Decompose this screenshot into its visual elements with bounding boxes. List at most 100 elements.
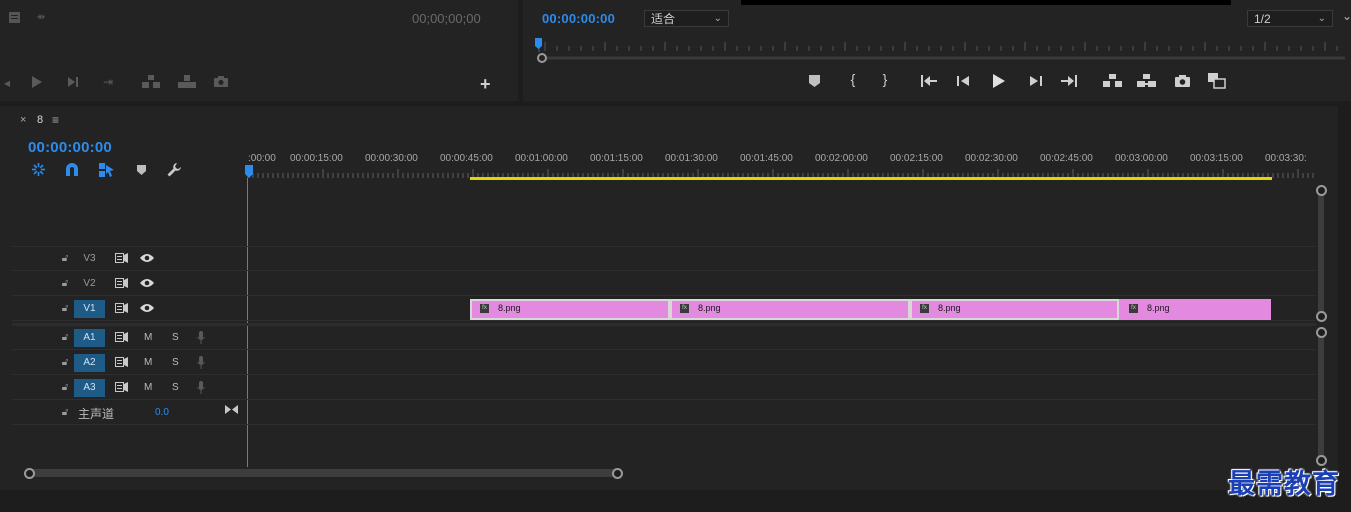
- drag-video-icon[interactable]: [9, 12, 21, 23]
- clip-8-png-1[interactable]: fx 8.png: [470, 299, 670, 320]
- export-frame-icon[interactable]: [1175, 75, 1191, 87]
- track-header-a3: 🔓︎ A3 M S: [12, 376, 247, 400]
- source-timecode[interactable]: 00;00;00;00: [412, 11, 481, 26]
- play-button[interactable]: [992, 74, 1008, 88]
- lift-icon[interactable]: [1103, 74, 1123, 87]
- clip-8-png-4[interactable]: fx 8.png: [1119, 299, 1271, 320]
- tab-close-button[interactable]: ×: [20, 114, 26, 126]
- overwrite-icon[interactable]: [178, 75, 196, 88]
- nest-sequence-icon[interactable]: [31, 162, 47, 177]
- zoom-left-handle[interactable]: [24, 468, 35, 479]
- ruler-label: 00:00:15:00: [290, 153, 343, 164]
- chevron-down-icon: ⌄: [1317, 13, 1326, 24]
- playhead-handle[interactable]: [245, 165, 255, 179]
- solo-button[interactable]: S: [172, 382, 179, 393]
- lock-icon[interactable]: 🔓︎: [60, 278, 70, 290]
- ruler-label: 00:02:15:00: [890, 153, 943, 164]
- insert-icon[interactable]: [142, 75, 160, 88]
- step-forward-icon[interactable]: [67, 76, 81, 88]
- lock-icon[interactable]: 🔓︎: [60, 357, 70, 369]
- track-label-a1[interactable]: A1: [74, 329, 105, 347]
- track-v3: 🔓︎ V3: [12, 247, 1316, 271]
- toggle-sync-icon[interactable]: [115, 382, 129, 392]
- lock-icon[interactable]: 🔓︎: [60, 382, 70, 394]
- tab-menu-icon[interactable]: ≡: [52, 113, 59, 127]
- add-marker-icon[interactable]: [137, 165, 147, 175]
- lock-icon[interactable]: 🔓︎: [60, 303, 70, 315]
- clip-8-png-3[interactable]: fx 8.png: [910, 299, 1119, 320]
- track-label-a3[interactable]: A3: [74, 379, 105, 397]
- video-preview-strip: [741, 0, 1231, 5]
- ruler-label: 00:03:00:00: [1115, 153, 1168, 164]
- video-vertical-scrollbar[interactable]: [1318, 187, 1324, 317]
- add-button[interactable]: +: [480, 74, 491, 95]
- chevron-down-icon: ⌄: [713, 13, 722, 24]
- ruler-label: 00:01:45:00: [740, 153, 793, 164]
- eye-icon[interactable]: [140, 303, 154, 313]
- toggle-sync-icon[interactable]: [115, 253, 129, 263]
- timeline-timecode[interactable]: 00:00:00:00: [28, 139, 112, 156]
- ruler-label: 00:02:45:00: [1040, 153, 1093, 164]
- sequence-tab[interactable]: 8: [37, 114, 43, 126]
- resolution-select[interactable]: 1/2 ⌄: [1247, 10, 1333, 27]
- lock-icon[interactable]: 🔓︎: [60, 253, 70, 265]
- toggle-sync-icon[interactable]: [115, 357, 129, 367]
- program-timecode[interactable]: 00:00:00:00: [542, 11, 615, 26]
- step-back-icon[interactable]: ◂: [2, 77, 12, 89]
- track-label-v2[interactable]: V2: [74, 275, 105, 293]
- clip-8-png-2[interactable]: fx 8.png: [670, 299, 910, 320]
- mute-button[interactable]: M: [144, 357, 152, 368]
- ruler-label: 00:01:00:00: [515, 153, 568, 164]
- mute-button[interactable]: M: [144, 382, 152, 393]
- audio-scroll-top-handle[interactable]: [1316, 327, 1327, 338]
- microphone-icon[interactable]: [197, 356, 207, 369]
- time-ruler[interactable]: [246, 165, 1318, 185]
- go-to-in-icon[interactable]: [921, 75, 939, 87]
- track-label-a2[interactable]: A2: [74, 354, 105, 372]
- step-forward-icon[interactable]: [1029, 75, 1045, 87]
- program-time-ruler[interactable]: [535, 38, 1345, 64]
- track-label-v3[interactable]: V3: [74, 250, 105, 268]
- snap-magnet-icon[interactable]: [65, 163, 81, 176]
- solo-button[interactable]: S: [172, 332, 179, 343]
- export-frame-icon[interactable]: [214, 76, 230, 87]
- work-area-bar[interactable]: [470, 177, 1272, 180]
- step-back-icon[interactable]: [957, 75, 973, 87]
- wrench-icon[interactable]: [167, 163, 183, 177]
- play-icon[interactable]: [31, 76, 45, 88]
- mark-out-icon[interactable]: }: [880, 72, 890, 86]
- compare-view-icon[interactable]: [1208, 73, 1228, 89]
- eye-icon[interactable]: [140, 253, 154, 263]
- go-to-out-icon[interactable]: ⇥: [100, 76, 116, 88]
- master-volume-value[interactable]: 0.0: [155, 407, 169, 418]
- lock-icon[interactable]: 🔓︎: [60, 407, 70, 419]
- microphone-icon[interactable]: [197, 331, 207, 344]
- track-label-v1[interactable]: V1: [74, 300, 105, 318]
- toggle-sync-icon[interactable]: [115, 332, 129, 342]
- clip-label: 8.png: [1147, 303, 1170, 313]
- extract-icon[interactable]: [1137, 74, 1157, 87]
- go-to-end-icon[interactable]: [225, 405, 239, 414]
- audio-vertical-scrollbar[interactable]: [1318, 330, 1324, 460]
- linked-selection-icon[interactable]: [99, 163, 115, 177]
- toggle-sync-icon[interactable]: [115, 303, 129, 313]
- resolution-select-value: 1/2: [1254, 12, 1271, 26]
- eye-icon[interactable]: [140, 278, 154, 288]
- solo-button[interactable]: S: [172, 357, 179, 368]
- video-scroll-top-handle[interactable]: [1316, 185, 1327, 196]
- zoom-right-handle[interactable]: [612, 468, 623, 479]
- mark-in-icon[interactable]: {: [848, 72, 858, 86]
- video-scroll-bottom-handle[interactable]: [1316, 311, 1327, 322]
- mute-button[interactable]: M: [144, 332, 152, 343]
- fit-select[interactable]: 适合 ⌄: [644, 10, 729, 27]
- go-to-out-icon[interactable]: [1061, 75, 1079, 87]
- settings-icon[interactable]: ⌄: [1342, 9, 1351, 23]
- drag-audio-icon[interactable]: ⇻: [33, 12, 49, 24]
- microphone-icon[interactable]: [197, 381, 207, 394]
- toggle-sync-icon[interactable]: [115, 278, 129, 288]
- add-marker-icon[interactable]: [809, 75, 823, 87]
- program-monitor-panel: 00:00:00:00 适合 ⌄ 1/2 ⌄ ⌄ { }: [523, 0, 1351, 101]
- horizontal-zoom-scrollbar[interactable]: [26, 469, 622, 477]
- clip-label: 8.png: [498, 303, 521, 313]
- lock-icon[interactable]: 🔓︎: [60, 332, 70, 344]
